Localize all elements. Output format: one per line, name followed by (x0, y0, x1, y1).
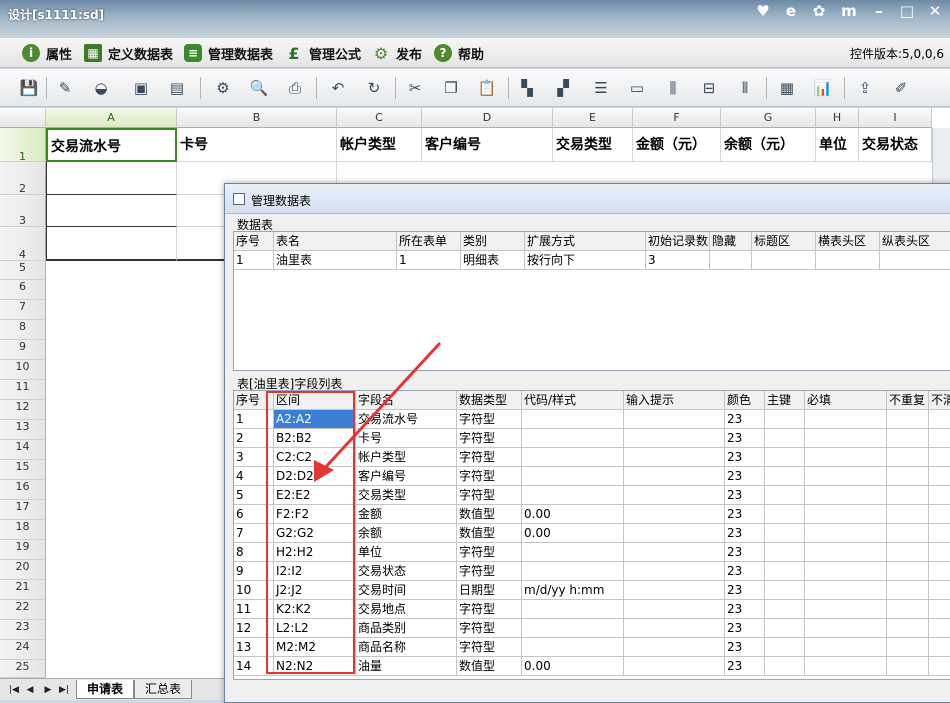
arrow-shaft (321, 341, 442, 472)
annotation-arrow (314, 341, 442, 482)
